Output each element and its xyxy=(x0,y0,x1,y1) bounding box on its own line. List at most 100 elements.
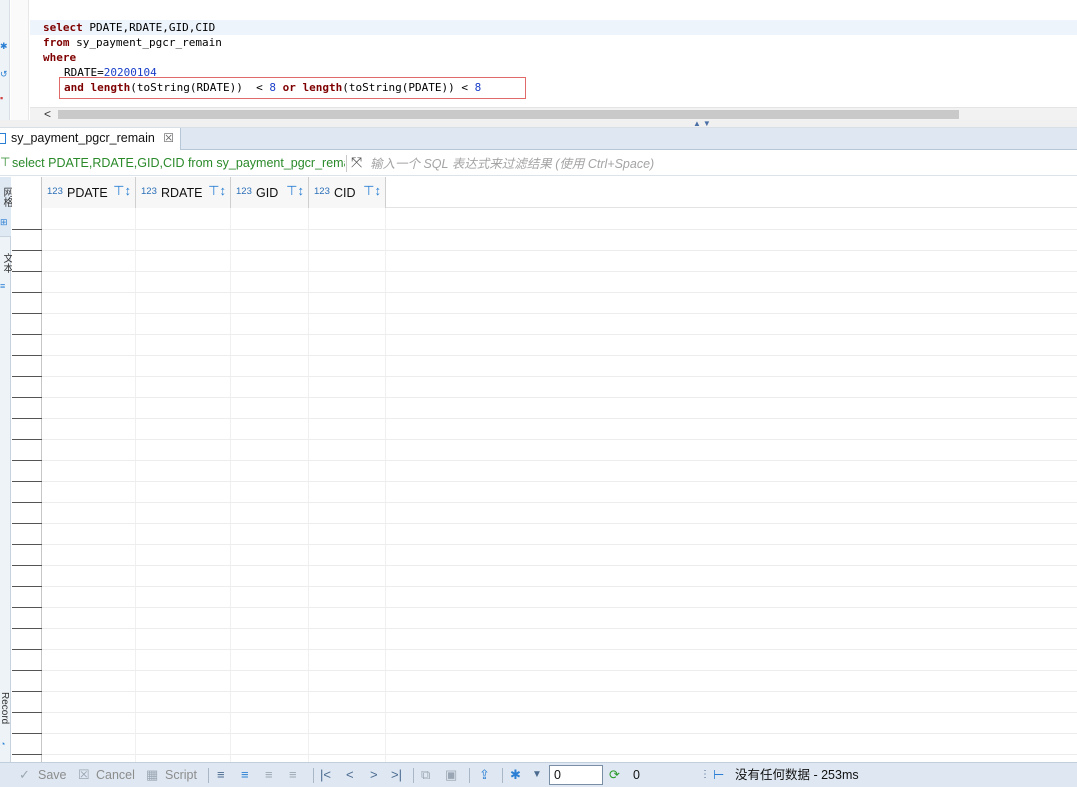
column-name: RDATE xyxy=(161,186,203,200)
row-number-line xyxy=(12,712,42,713)
editor-horizontal-scrollbar[interactable]: < xyxy=(30,107,1077,121)
outline-icon[interactable]: ↺ xyxy=(0,70,8,79)
last-page-icon[interactable]: >| xyxy=(391,766,402,783)
prev-page-icon[interactable]: < xyxy=(346,766,354,783)
side-tab-grid[interactable]: 网格 ⊞ xyxy=(0,177,12,237)
row-number-line xyxy=(12,292,42,293)
numeric-type-icon: 123 xyxy=(141,186,157,197)
row-number-line xyxy=(12,418,42,419)
numeric-type-icon: 123 xyxy=(47,186,63,197)
column-filter-sort-icon[interactable]: ⊤↕ xyxy=(286,183,304,199)
record-tab-label: Record xyxy=(0,692,10,725)
filter-expression-input[interactable] xyxy=(370,154,1070,173)
grid-row-line xyxy=(42,355,1077,356)
edit-row-icon[interactable]: ≡ xyxy=(217,766,225,783)
first-page-icon[interactable]: |< xyxy=(320,766,331,783)
column-filter-sort-icon[interactable]: ⊤↕ xyxy=(113,183,131,199)
cancel-button[interactable]: Cancel xyxy=(96,767,135,784)
error-marker-icon: ▪ xyxy=(0,93,4,103)
filter-icon[interactable]: ⊤ xyxy=(0,155,10,169)
next-page-icon[interactable]: > xyxy=(370,766,378,783)
grid-row-line xyxy=(42,292,1077,293)
code-line-4[interactable]: RDATE=20200104 xyxy=(64,65,157,80)
copy-icon[interactable]: ⧉ xyxy=(421,766,430,783)
text-icon: ≡ xyxy=(0,281,6,291)
drag-handle-icon[interactable]: ⋮ xyxy=(700,766,710,783)
toolbar-separator xyxy=(313,768,314,783)
code-line-3[interactable]: where xyxy=(43,50,76,65)
chevron-down-icon[interactable]: ▼ xyxy=(532,766,542,783)
column-header-cid[interactable]: 123 CID ⊤↕ xyxy=(309,177,386,208)
row-number-line xyxy=(12,649,42,650)
fetched-row-count: 0 xyxy=(633,768,640,782)
tab-label: sy_payment_pgcr_remain xyxy=(11,131,155,145)
row-number-line xyxy=(12,733,42,734)
close-icon[interactable]: ☒ xyxy=(163,128,174,149)
refresh-icon[interactable]: ⟳ xyxy=(609,766,620,783)
grid-row-line xyxy=(42,712,1077,713)
copy-row-icon[interactable]: ≡ xyxy=(265,766,273,783)
grid-icon: ⊞ xyxy=(0,217,8,227)
export-icon[interactable]: ⇪ xyxy=(479,766,490,783)
table-icon xyxy=(0,133,6,144)
results-grid[interactable]: 123 PDATE ⊤↕ 123 RDATE ⊤↕ 123 GID ⊤↕ 123… xyxy=(42,177,1077,762)
script-icon: ▦ xyxy=(146,767,159,782)
column-filter-sort-icon[interactable]: ⊤↕ xyxy=(363,183,381,199)
save-button[interactable]: Save xyxy=(38,767,67,784)
sql-editor[interactable]: select PDATE,RDATE,GID,CID from sy_payme… xyxy=(30,0,1077,108)
scroll-left-icon[interactable]: < xyxy=(44,107,51,121)
scrollbar-thumb[interactable] xyxy=(58,110,959,119)
row-number-column xyxy=(12,177,42,762)
code-line-2[interactable]: from sy_payment_pgcr_remain xyxy=(43,35,222,50)
expand-icon[interactable]: ⤧ xyxy=(351,154,362,171)
grid-row-line xyxy=(42,418,1077,419)
grid-row-line xyxy=(42,586,1077,587)
grid-row-line xyxy=(42,502,1077,503)
fetch-offset-input[interactable] xyxy=(549,765,603,785)
column-header-rdate[interactable]: 123 RDATE ⊤↕ xyxy=(136,177,231,208)
delete-row-icon[interactable]: ≡ xyxy=(289,766,297,783)
grid-row-line xyxy=(42,649,1077,650)
toolbar-separator xyxy=(413,768,414,783)
row-number-line xyxy=(12,628,42,629)
toolbar-separator xyxy=(208,768,209,783)
grid-header: 123 PDATE ⊤↕ 123 RDATE ⊤↕ 123 GID ⊤↕ 123… xyxy=(42,177,1077,208)
column-header-gid[interactable]: 123 GID ⊤↕ xyxy=(231,177,309,208)
grid-row-line xyxy=(42,439,1077,440)
row-number-line xyxy=(12,544,42,545)
code-line-5[interactable]: and length(toString(RDATE)) < 8 or lengt… xyxy=(64,80,481,95)
row-number-line xyxy=(12,502,42,503)
panel-splitter[interactable]: ▲▼ xyxy=(0,119,1077,128)
results-toolbar: ✓ Save ☒ Cancel ▦ Script ≡ ≡ ≡ ≡ |< < > … xyxy=(0,762,1077,787)
grid-row-line xyxy=(42,481,1077,482)
column-name: PDATE xyxy=(67,186,108,200)
tab-results[interactable]: sy_payment_pgcr_remain ☒ xyxy=(0,128,181,150)
settings-icon[interactable]: ✱ xyxy=(510,766,521,783)
frame-icon[interactable]: ▣ xyxy=(445,766,457,783)
results-tab-bar: sy_payment_pgcr_remain ☒ xyxy=(0,128,1077,150)
bookmark-icon[interactable]: ✱ xyxy=(0,42,8,51)
grid-row-line xyxy=(42,397,1077,398)
row-number-line xyxy=(12,565,42,566)
grid-row-line xyxy=(42,607,1077,608)
maximize-toggle-icon[interactable]: ▲▼ xyxy=(693,119,713,128)
grid-row-line xyxy=(42,334,1077,335)
grid-row-line xyxy=(42,754,1077,755)
grid-row-line xyxy=(42,460,1077,461)
dbeaver-sql-editor-window: ✱ ↺ ▪ select PDATE,RDATE,GID,CID from sy… xyxy=(0,0,1077,787)
code-line-1[interactable]: select PDATE,RDATE,GID,CID xyxy=(30,20,1077,35)
grid-row-line xyxy=(42,313,1077,314)
grid-row-line xyxy=(42,628,1077,629)
column-filter-sort-icon[interactable]: ⊤↕ xyxy=(208,183,226,199)
row-number-line xyxy=(12,607,42,608)
panels-icon[interactable]: ⊢ xyxy=(713,766,724,783)
script-button[interactable]: Script xyxy=(165,767,197,784)
row-number-line xyxy=(12,754,42,755)
add-row-icon[interactable]: ≡ xyxy=(241,766,249,783)
row-number-line xyxy=(12,397,42,398)
row-number-line xyxy=(12,229,42,230)
save-icon: ✓ xyxy=(19,767,30,782)
row-number-line xyxy=(12,313,42,314)
column-header-pdate[interactable]: 123 PDATE ⊤↕ xyxy=(42,177,136,208)
row-number-line xyxy=(12,481,42,482)
